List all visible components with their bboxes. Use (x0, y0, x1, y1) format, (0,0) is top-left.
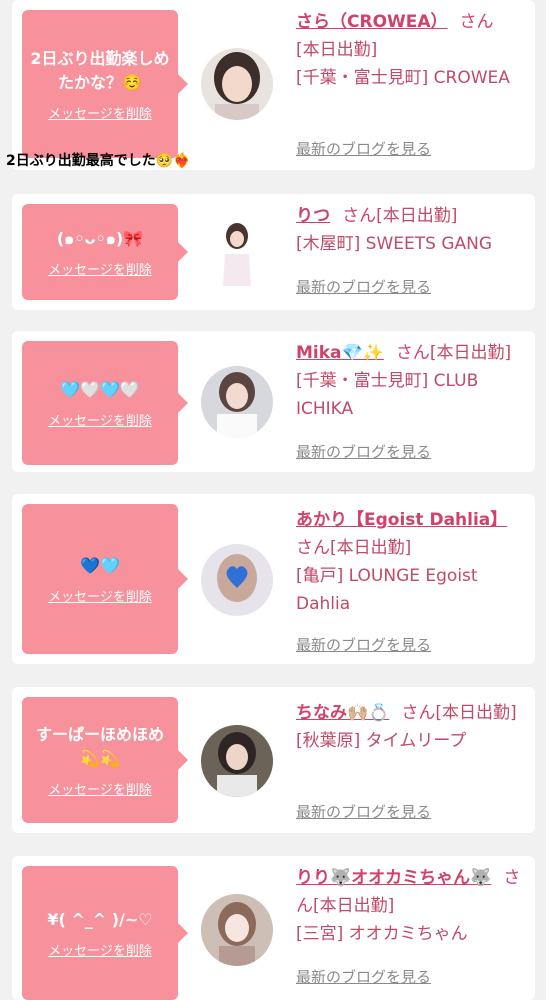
delete-message-link[interactable]: メッセージを削除 (48, 410, 152, 429)
message-bubble: ¥( ^_^ )/~♡ メッセージを削除 (22, 866, 188, 1000)
avatar[interactable] (201, 214, 273, 286)
cast-name-link[interactable]: さら（CROWEA） (296, 12, 448, 32)
message-text: 2日ぶり出勤楽しめたかな？☺️ (30, 48, 170, 92)
avatar[interactable] (201, 725, 273, 797)
delete-message-link[interactable]: メッセージを削除 (48, 940, 152, 959)
message-bubble: すーぱーほめほめ💫💫 メッセージを削除 (22, 697, 188, 823)
cast-name-link[interactable]: ちなみ🙌🏼💍 (296, 703, 389, 723)
work-status: [本日出勤] (429, 343, 512, 363)
shop-location: [亀戸] LOUNGE Egoist Dahlia (296, 566, 478, 614)
work-status: [本日出勤] (376, 206, 458, 226)
work-status: [本日出勤] (330, 538, 412, 558)
honorific: さん (459, 12, 494, 32)
latest-blog-link[interactable]: 最新のブログを見る (296, 441, 431, 462)
message-card: 💙🩵 メッセージを削除 あかり【Egoist Dahlia】 さん[本日出勤] … (12, 494, 535, 664)
cast-info: ちなみ🙌🏼💍 さん[本日出勤] [秋葉原] タイムリープ (296, 699, 528, 755)
message-card: 2日ぶり出勤楽しめたかな？☺️ メッセージを削除 さら（CROWEA） さん [本… (12, 0, 535, 170)
delete-message-link[interactable]: メッセージを削除 (48, 259, 152, 278)
work-status: [本日出勤] (296, 40, 378, 60)
shop-location: [三宮] オオカミちゃん (296, 924, 468, 944)
latest-blog-link[interactable]: 最新のブログを見る (296, 276, 431, 297)
message-text: ¥( ^_^ )/~♡ (47, 909, 153, 929)
message-card: (๑◦ᴗ◦๑)🎀 メッセージを削除 りつ さん[本日出勤] [木屋町] SWEET… (12, 194, 535, 310)
cast-info: りつ さん[本日出勤] [木屋町] SWEETS GANG (296, 202, 528, 258)
avatar[interactable] (201, 544, 273, 616)
shop-location: [木屋町] SWEETS GANG (296, 234, 493, 254)
message-bubble: 2日ぶり出勤楽しめたかな？☺️ メッセージを削除 (22, 10, 188, 158)
avatar[interactable] (201, 894, 273, 966)
cast-info: りり🐺オオカミちゃん🐺 さん[本日出勤] [三宮] オオカミちゃん (296, 864, 528, 948)
latest-blog-link[interactable]: 最新のブログを見る (296, 634, 431, 655)
cast-name-link[interactable]: りつ (296, 206, 330, 226)
message-card: ¥( ^_^ )/~♡ メッセージを削除 りり🐺オオカミちゃん🐺 さん[本日出勤]… (12, 856, 535, 1000)
message-text: (๑◦ᴗ◦๑)🎀 (56, 228, 144, 248)
shop-location: [千葉・富士見町] CLUB ICHIKA (296, 371, 479, 419)
work-status: [本日出勤] (313, 896, 395, 916)
latest-blog-link[interactable]: 最新のブログを見る (296, 138, 431, 159)
latest-blog-link[interactable]: 最新のブログを見る (296, 801, 431, 822)
honorific: さん (342, 206, 377, 226)
message-card: 🩵🤍🩵🤍 メッセージを削除 Mika💎✨ さん[本日出勤] [千葉・富士見町] C… (12, 331, 535, 472)
honorific: さん (401, 703, 436, 723)
message-text: 💙🩵 (80, 555, 120, 575)
message-text: 🩵🤍🩵🤍 (60, 379, 140, 399)
delete-message-link[interactable]: メッセージを削除 (48, 586, 152, 605)
cast-info: Mika💎✨ さん[本日出勤] [千葉・富士見町] CLUB ICHIKA (296, 339, 528, 423)
message-card: すーぱーほめほめ💫💫 メッセージを削除 ちなみ🙌🏼💍 さん[本日出勤] [秋葉原]… (12, 687, 535, 833)
shop-location: [千葉・富士見町] CROWEA (296, 68, 510, 88)
work-status: [本日出勤] (435, 703, 517, 723)
honorific: さん (395, 343, 430, 363)
cast-name-link[interactable]: あかり【Egoist Dahlia】 (296, 510, 507, 530)
message-bubble: 💙🩵 メッセージを削除 (22, 504, 188, 654)
message-bubble: 🩵🤍🩵🤍 メッセージを削除 (22, 341, 188, 465)
cast-name-link[interactable]: Mika💎✨ (296, 343, 384, 363)
latest-blog-link[interactable]: 最新のブログを見る (296, 966, 431, 987)
message-bubble: (๑◦ᴗ◦๑)🎀 メッセージを削除 (22, 204, 188, 300)
cast-name-link[interactable]: りり🐺オオカミちゃん🐺 (296, 868, 491, 888)
shop-location: [秋葉原] タイムリープ (296, 731, 467, 751)
avatar[interactable] (201, 48, 273, 120)
avatar[interactable] (201, 366, 273, 438)
honorific: さん (296, 538, 330, 558)
overlay-caption: 2日ぶり出勤最高でした🥺❤️‍🔥 (6, 153, 191, 169)
cast-info: さら（CROWEA） さん [本日出勤] [千葉・富士見町] CROWEA (296, 8, 528, 92)
cast-info: あかり【Egoist Dahlia】 さん[本日出勤] [亀戸] LOUNGE … (296, 506, 528, 618)
message-text: すーぱーほめほめ💫💫 (35, 724, 164, 768)
delete-message-link[interactable]: メッセージを削除 (48, 779, 152, 798)
delete-message-link[interactable]: メッセージを削除 (48, 103, 152, 122)
